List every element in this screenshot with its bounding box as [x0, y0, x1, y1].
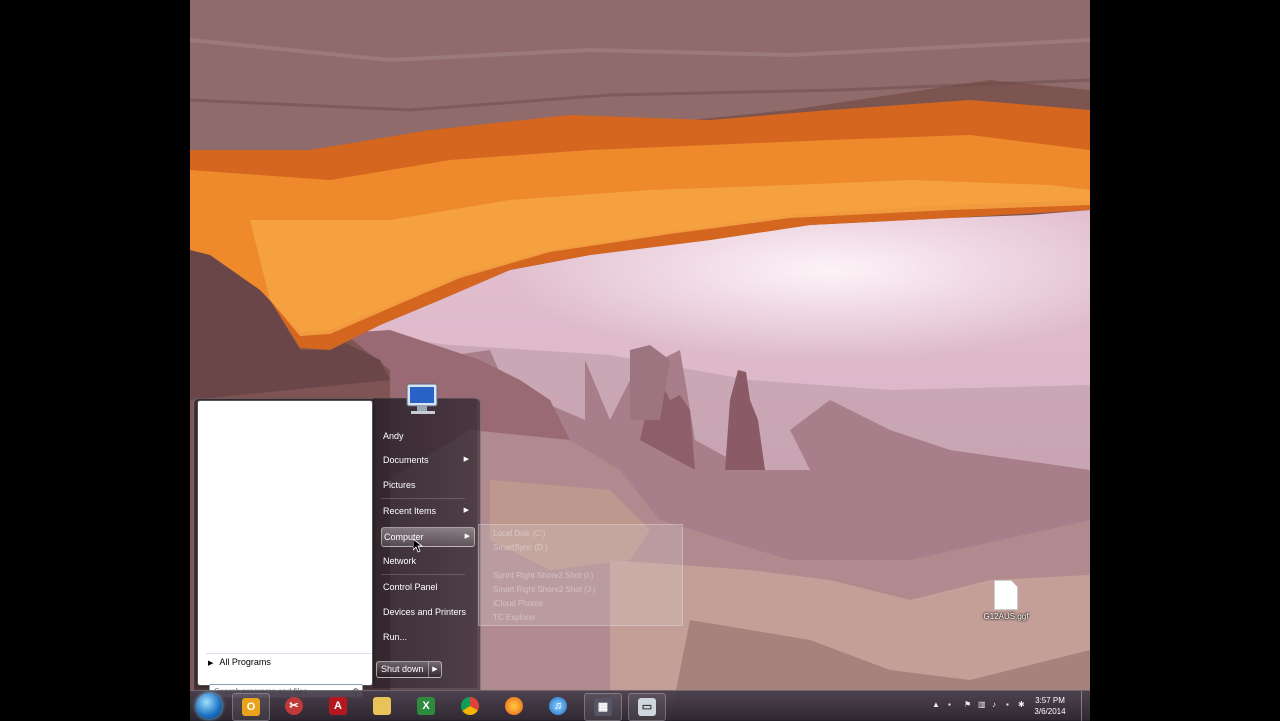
- submenu-item[interactable]: Smart Right Shore2 Shot (J:): [493, 585, 596, 594]
- start-item-user[interactable]: Andy: [381, 427, 473, 445]
- document-icon: [994, 580, 1018, 610]
- start-item-pictures[interactable]: Pictures: [381, 476, 473, 494]
- remote-desktop-icon: ▭: [638, 698, 656, 716]
- start-item-devices-and-printers[interactable]: Devices and Printers: [381, 603, 473, 621]
- system-tray: ▲ ▪ ⚑ ▥ ♪ ▪ ✱ 3:57 PM 3/6/2014: [928, 691, 1090, 721]
- excel-icon: X: [417, 697, 435, 715]
- computer-submenu: Local Disk (C:) SmartSync (D:) Sprint Ri…: [478, 524, 683, 626]
- start-button[interactable]: [196, 693, 222, 719]
- desktop-file-label: G12AUS.ggf: [983, 612, 1029, 621]
- firefox-icon: [505, 697, 523, 715]
- snipping-tool-icon: ✂: [285, 697, 303, 715]
- show-desktop-button[interactable]: [1081, 691, 1090, 721]
- taskbar-excel[interactable]: X: [408, 693, 444, 719]
- start-item-computer[interactable]: Computer ▶: [381, 527, 475, 547]
- clock[interactable]: 3:57 PM 3/6/2014: [1028, 695, 1072, 717]
- acrobat-icon: A: [329, 697, 347, 715]
- taskbar-snipping-tool[interactable]: ✂: [276, 693, 312, 719]
- taskbar-explorer[interactable]: [364, 693, 400, 719]
- show-hidden-icons-icon[interactable]: ▲: [932, 701, 940, 709]
- taskbar: O ✂ A X ♫ ▦ ▭ ▲ ▪ ⚑ ▥ ♪ ▪ ✱ 3:57 PM 3/6/…: [190, 690, 1090, 721]
- submenu-arrow-icon: ▶: [463, 507, 469, 514]
- start-menu: ▶All Programs Search programs and files …: [193, 378, 481, 698]
- start-item-control-panel[interactable]: Control Panel: [381, 578, 473, 596]
- shutdown-button[interactable]: Shut down ▶: [376, 661, 442, 678]
- submenu-arrow-icon: ▶: [463, 456, 469, 463]
- submenu-item[interactable]: Local Disk (C:): [493, 529, 545, 538]
- taskbar-firefox[interactable]: [496, 693, 532, 719]
- submenu-item[interactable]: TC Explorer: [493, 613, 536, 622]
- mouse-cursor-icon: [413, 539, 423, 553]
- clock-date: 3/6/2014: [1034, 707, 1066, 716]
- taskbar-outlook[interactable]: O: [232, 693, 270, 721]
- itunes-icon: ♫: [549, 697, 567, 715]
- start-item-recent-items[interactable]: Recent Items ▶: [381, 502, 473, 520]
- action-center-flag-icon[interactable]: ⚑: [964, 701, 972, 709]
- shutdown-options-arrow-icon[interactable]: ▶: [428, 662, 441, 677]
- tray-app-icon[interactable]: ▪: [1006, 701, 1014, 709]
- all-programs-button[interactable]: ▶ All Programs: [208, 657, 271, 667]
- taskbar-acrobat[interactable]: A: [320, 693, 356, 719]
- tray-app-icon[interactable]: ✱: [1018, 701, 1026, 709]
- taskbar-remote-desktop[interactable]: ▭: [628, 693, 666, 721]
- outlook-icon: O: [242, 698, 260, 716]
- divider: [381, 498, 465, 499]
- desktop-file-icon[interactable]: G12AUS.ggf: [982, 580, 1030, 630]
- taskbar-chrome[interactable]: [452, 693, 488, 719]
- taskbar-itunes[interactable]: ♫: [540, 693, 576, 719]
- media-icon: ▦: [594, 698, 612, 716]
- clock-time: 3:57 PM: [1035, 696, 1065, 705]
- computer-user-picture-icon[interactable]: [403, 378, 447, 418]
- network-icon[interactable]: ▥: [978, 701, 986, 709]
- divider: [381, 574, 465, 575]
- start-menu-programs-pane: ▶All Programs Search programs and files …: [197, 400, 373, 698]
- submenu-item[interactable]: iCloud Photos: [493, 599, 543, 608]
- start-item-run[interactable]: Run...: [381, 628, 473, 646]
- submenu-item[interactable]: SmartSync (D:): [493, 543, 548, 552]
- explorer-folder-icon: [373, 697, 391, 715]
- volume-icon[interactable]: ♪: [992, 701, 1000, 709]
- taskbar-media[interactable]: ▦: [584, 693, 622, 721]
- triangle-right-icon: ▶: [208, 660, 214, 667]
- start-item-documents[interactable]: Documents ▶: [381, 451, 473, 469]
- start-item-network[interactable]: Network: [381, 552, 473, 570]
- submenu-item[interactable]: Sprint Right Shore2 Shot (I:): [493, 571, 594, 580]
- divider: [206, 653, 372, 654]
- chrome-icon: [461, 697, 479, 715]
- tray-app-icon[interactable]: ▪: [948, 701, 956, 709]
- submenu-arrow-icon: ▶: [464, 533, 470, 540]
